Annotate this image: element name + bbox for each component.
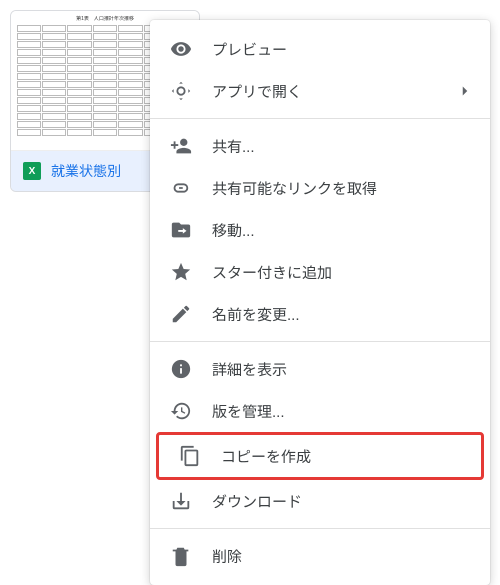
menu-get-link[interactable]: 共有可能なリンクを取得: [150, 167, 490, 209]
menu-label: 名前を変更...: [212, 304, 300, 325]
eye-icon: [170, 38, 192, 60]
menu-label: 共有...: [212, 136, 255, 157]
menu-download[interactable]: ダウンロード: [150, 480, 490, 522]
person-add-icon: [170, 135, 192, 157]
context-menu: プレビュー アプリで開く 共有... 共有可能なリンクを取得 移動... スタ: [150, 20, 490, 585]
menu-make-copy[interactable]: コピーを作成: [159, 435, 481, 477]
menu-separator: [150, 528, 490, 529]
menu-label: 削除: [212, 546, 242, 567]
menu-star[interactable]: スター付きに追加: [150, 251, 490, 293]
menu-label: プレビュー: [212, 39, 287, 60]
menu-separator: [150, 118, 490, 119]
highlight-annotation: コピーを作成: [156, 432, 484, 480]
menu-delete[interactable]: 削除: [150, 535, 490, 577]
menu-rename[interactable]: 名前を変更...: [150, 293, 490, 335]
copy-icon: [179, 445, 201, 467]
menu-separator: [150, 341, 490, 342]
menu-label: 共有可能なリンクを取得: [212, 178, 377, 199]
menu-label: ダウンロード: [212, 491, 302, 512]
move-folder-icon: [170, 219, 192, 241]
file-name-label: 就業状態別: [51, 161, 121, 181]
menu-details[interactable]: 詳細を表示: [150, 348, 490, 390]
menu-open-with[interactable]: アプリで開く: [150, 70, 490, 112]
menu-label: アプリで開く: [212, 81, 302, 102]
history-icon: [170, 400, 192, 422]
menu-label: コピーを作成: [221, 446, 311, 467]
star-icon: [170, 261, 192, 283]
menu-preview[interactable]: プレビュー: [150, 28, 490, 70]
menu-versions[interactable]: 版を管理...: [150, 390, 490, 432]
menu-label: スター付きに追加: [212, 262, 332, 283]
chevron-right-icon: [456, 82, 474, 100]
info-icon: [170, 358, 192, 380]
rename-icon: [170, 303, 192, 325]
open-with-icon: [170, 80, 192, 102]
download-icon: [170, 490, 192, 512]
link-icon: [170, 177, 192, 199]
menu-label: 版を管理...: [212, 401, 285, 422]
menu-share[interactable]: 共有...: [150, 125, 490, 167]
excel-icon: X: [23, 162, 41, 180]
menu-move[interactable]: 移動...: [150, 209, 490, 251]
menu-label: 移動...: [212, 220, 255, 241]
trash-icon: [170, 545, 192, 567]
menu-label: 詳細を表示: [212, 359, 287, 380]
